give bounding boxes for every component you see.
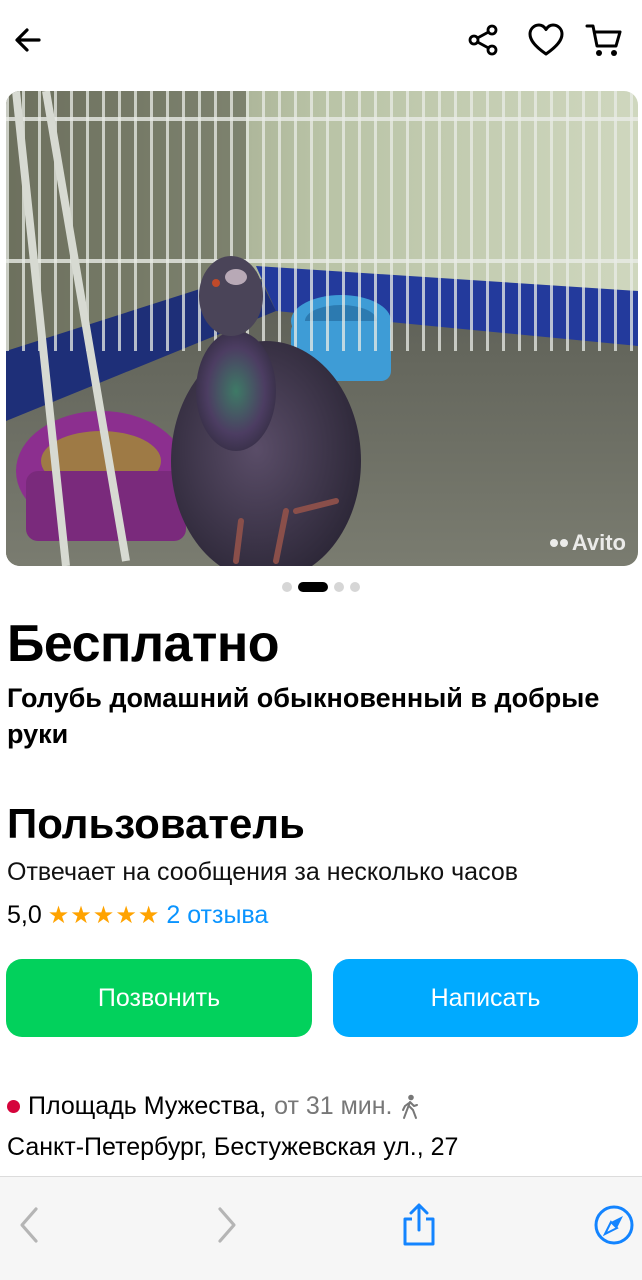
cart-icon (585, 24, 622, 56)
rating-value: 5,0 (7, 901, 42, 929)
share-up-icon (403, 1203, 435, 1246)
chevron-left-icon (20, 1207, 38, 1243)
metro-station: Площадь Мужества, от 31 мин. (7, 1092, 419, 1121)
carousel-indicator (0, 582, 642, 592)
walking-person-icon (401, 1094, 418, 1119)
carousel-dot[interactable] (334, 582, 344, 592)
carousel-dot-active[interactable] (298, 582, 328, 592)
listing-title: Голубь домашний обыкновенный в добрые ру… (7, 683, 600, 749)
pigeon-photo (6, 91, 638, 566)
cart-button[interactable] (582, 18, 626, 62)
reviews-link[interactable]: 2 отзыва (166, 901, 268, 930)
share-icon (468, 24, 498, 56)
avito-watermark: Avito (549, 530, 626, 556)
price: Бесплатно (7, 615, 280, 673)
listing-photo[interactable]: Avito (6, 91, 638, 566)
browser-forward-button[interactable] (203, 1201, 251, 1249)
carousel-dot[interactable] (350, 582, 360, 592)
browser-toolbar (0, 1176, 642, 1280)
back-button[interactable] (6, 18, 50, 62)
arrow-left-icon (15, 28, 41, 52)
seller-name[interactable]: Пользователь (7, 800, 305, 848)
browser-share-button[interactable] (395, 1201, 443, 1249)
metro-distance: от 31 мин. (274, 1092, 393, 1120)
favorite-button[interactable] (524, 18, 568, 62)
top-bar (0, 0, 642, 84)
chevron-right-icon (218, 1207, 236, 1243)
call-button[interactable]: Позвонить (6, 959, 312, 1037)
metro-name: Площадь Мужества, (28, 1092, 267, 1120)
share-button[interactable] (461, 18, 505, 62)
compass-icon (594, 1205, 634, 1245)
browser-compass-button[interactable] (590, 1201, 638, 1249)
rating-stars-icon: ★★★★★ (47, 902, 161, 929)
write-button[interactable]: Написать (333, 959, 638, 1037)
seller-rating: 5,0 ★★★★★ 2 отзыва (7, 901, 268, 930)
carousel-dot[interactable] (282, 582, 292, 592)
heart-icon (528, 23, 564, 56)
browser-back-button[interactable] (5, 1201, 53, 1249)
seller-reply-time: Отвечает на сообщения за несколько часов (7, 858, 519, 886)
metro-line-icon (7, 1100, 20, 1113)
avito-logo-icon (549, 539, 568, 547)
address: Санкт-Петербург, Бестужевская ул., 27 (7, 1133, 459, 1161)
watermark-text: Avito (571, 530, 626, 555)
